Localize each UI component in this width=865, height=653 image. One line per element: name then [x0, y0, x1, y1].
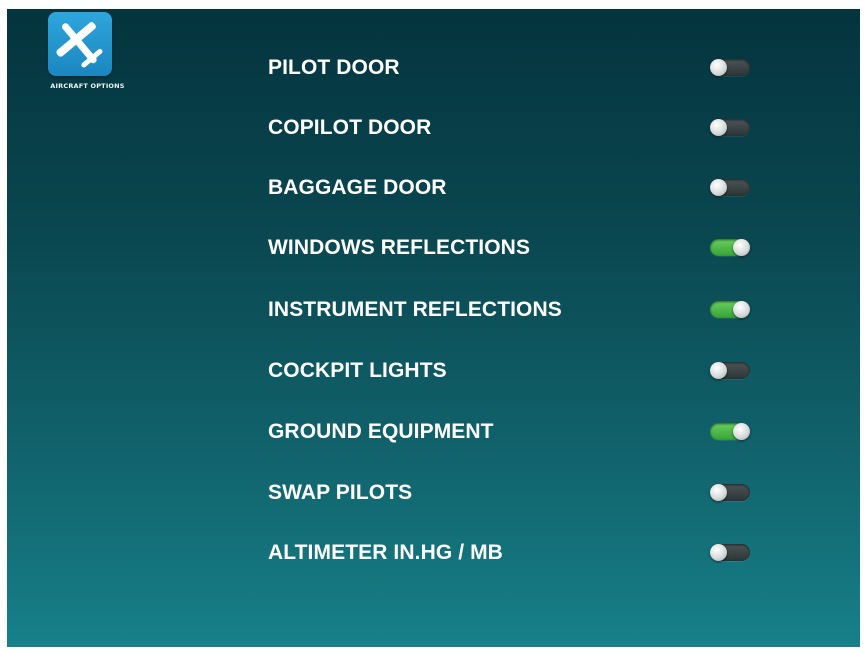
toggle-knob — [710, 179, 727, 196]
options-list: PILOT DOOR COPILOT DOOR BAGGAGE DOOR WIN… — [7, 9, 860, 647]
option-label: COPILOT DOOR — [268, 116, 432, 139]
option-row-instrument-reflections: INSTRUMENT REFLECTIONS — [247, 289, 767, 329]
option-row-pilot-door: PILOT DOOR — [247, 47, 767, 87]
toggle-knob — [733, 239, 750, 256]
toggle-knob — [710, 544, 727, 561]
option-label: BAGGAGE DOOR — [268, 176, 447, 199]
altimeter-units-toggle[interactable] — [710, 544, 750, 561]
ground-equipment-toggle[interactable] — [710, 423, 750, 440]
windows-reflections-toggle[interactable] — [710, 239, 750, 256]
cockpit-lights-toggle[interactable] — [710, 362, 750, 379]
option-row-copilot-door: COPILOT DOOR — [247, 107, 767, 147]
option-label: WINDOWS REFLECTIONS — [268, 236, 531, 259]
option-label: PILOT DOOR — [268, 56, 400, 79]
option-row-windows-reflections: WINDOWS REFLECTIONS — [247, 227, 767, 267]
swap-pilots-toggle[interactable] — [710, 484, 750, 501]
toggle-knob — [710, 119, 727, 136]
toggle-knob — [710, 362, 727, 379]
instrument-reflections-toggle[interactable] — [710, 301, 750, 318]
option-row-baggage-door: BAGGAGE DOOR — [247, 167, 767, 207]
copilot-door-toggle[interactable] — [710, 119, 750, 136]
option-label: INSTRUMENT REFLECTIONS — [268, 298, 562, 321]
option-row-swap-pilots: SWAP PILOTS — [247, 472, 767, 512]
toggle-knob — [733, 423, 750, 440]
option-row-ground-equipment: GROUND EQUIPMENT — [247, 411, 767, 451]
option-row-cockpit-lights: COCKPIT LIGHTS — [247, 350, 767, 390]
baggage-door-toggle[interactable] — [710, 179, 750, 196]
toggle-knob — [710, 484, 727, 501]
option-label: GROUND EQUIPMENT — [268, 420, 494, 443]
option-label: COCKPIT LIGHTS — [268, 359, 447, 382]
toggle-knob — [733, 301, 750, 318]
aircraft-options-screen: AIRCRAFT OPTIONS PILOT DOOR COPILOT DOOR… — [7, 9, 860, 647]
pilot-door-toggle[interactable] — [710, 59, 750, 76]
option-row-altimeter-units: ALTIMETER IN.HG / MB — [247, 532, 767, 572]
option-label: SWAP PILOTS — [268, 481, 413, 504]
option-label: ALTIMETER IN.HG / MB — [268, 541, 503, 564]
toggle-knob — [710, 59, 727, 76]
